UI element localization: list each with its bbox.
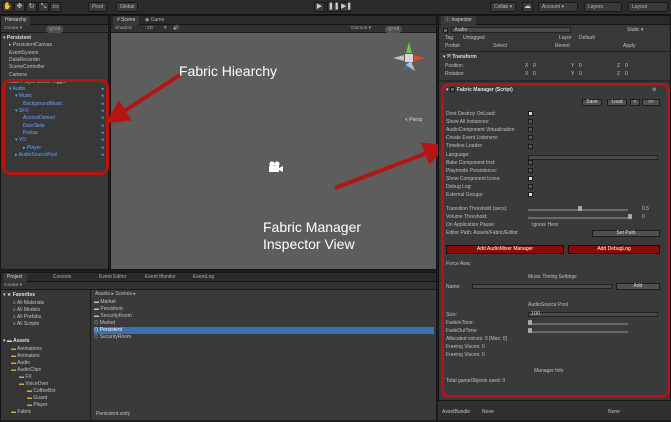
folder-item[interactable]: ▬ Animators xyxy=(11,353,40,360)
folder-item[interactable]: ▬ Guard xyxy=(27,395,47,402)
layer-label: Layer xyxy=(559,35,572,41)
prefab-select-button[interactable]: Select xyxy=(493,43,507,50)
assetbundle-label: AssetBundle xyxy=(442,409,471,415)
axis-label-y: Y xyxy=(571,63,575,69)
folder-item[interactable]: ▬ CoffeeBot xyxy=(27,388,56,395)
favorite-item[interactable]: ⌕ All Prefabs xyxy=(13,314,41,321)
favorites-header[interactable]: ▾ ★ Favorites xyxy=(3,292,35,299)
transform-value-field[interactable]: 0 xyxy=(579,63,582,70)
project-panel: Project Console Event Editor Event Monitor E… xyxy=(0,272,437,420)
transform-header[interactable]: ▾ ⤧ Transform xyxy=(443,54,477,61)
file-item[interactable]: ⬡ SecurityRoom xyxy=(94,334,434,341)
tab-console[interactable]: Console xyxy=(49,273,75,282)
prefab-label: Prefab xyxy=(445,43,460,49)
tab-project[interactable]: Project xyxy=(3,273,27,282)
tab-event-monitor[interactable]: Event Monitor xyxy=(141,273,180,282)
assetbundle-dropdown[interactable]: None xyxy=(482,409,494,416)
folder-item[interactable]: ▬ AudioClips xyxy=(11,367,41,374)
inspector-footer: AssetBundle None None xyxy=(438,400,671,420)
active-checkbox[interactable] xyxy=(443,27,448,33)
divider xyxy=(439,80,670,82)
divider xyxy=(439,51,670,52)
position-label: Position xyxy=(445,63,463,69)
breadcrumb[interactable]: Assets ▸ Scenes ▸ xyxy=(95,291,136,298)
tab-inspector[interactable]: ⓘ Inspector xyxy=(441,16,476,25)
assets-header[interactable]: ▾ ▬ Assets xyxy=(3,338,30,345)
transform-value-field[interactable]: 0 xyxy=(625,71,628,78)
transform-value-field[interactable]: 0 xyxy=(579,71,582,78)
project-create-button[interactable]: Create ▾ xyxy=(4,282,22,290)
transform-value-field[interactable]: 0 xyxy=(533,71,536,78)
selected-file-path: Persistent.unity xyxy=(96,411,131,417)
static-dropdown[interactable]: Static ▾ xyxy=(627,27,643,34)
inspector-highlight xyxy=(441,83,670,398)
favorite-item[interactable]: ⌕ All Scripts xyxy=(13,321,39,328)
hierarchy-highlight xyxy=(2,79,109,175)
assetbundle-variant-dropdown[interactable]: None xyxy=(608,409,620,416)
axis-label-y: Y xyxy=(571,71,575,77)
tag-dropdown[interactable]: Untagged xyxy=(463,35,485,42)
file-item[interactable]: ⬡ Market xyxy=(94,320,434,327)
project-files: Assets ▸ Scenes ▸ ▬ Market ▬ Persistent ▬ … xyxy=(92,290,436,420)
folder-item[interactable]: ▬ Animations xyxy=(11,346,42,353)
layer-dropdown[interactable]: Default xyxy=(579,35,595,42)
axis-label-z: Z xyxy=(617,63,621,69)
favorite-item[interactable]: ⌕ All Models xyxy=(13,307,40,314)
favorite-item[interactable]: ⌕ All Materials xyxy=(13,300,44,307)
prefab-apply-button[interactable]: Apply xyxy=(623,43,636,50)
transform-value-field[interactable]: 0 xyxy=(533,63,536,70)
file-item[interactable]: ⬡ Persistent xyxy=(94,327,434,334)
axis-label-x: X xyxy=(525,71,529,77)
folder-item[interactable]: ▬ Player xyxy=(27,402,48,409)
folder-item[interactable]: ▬ FX xyxy=(19,374,32,381)
transform-value-field[interactable]: 0 xyxy=(625,63,628,70)
folder-item[interactable]: ▬ Audio xyxy=(11,360,30,367)
folder-item[interactable]: ▬ Fabric xyxy=(11,409,31,416)
file-item[interactable]: ▬ SecurityRoom xyxy=(94,313,434,320)
folder-item[interactable]: ▬ VoiceOver xyxy=(19,381,48,388)
project-tree: ▾ ★ Favorites ⌕ All Materials ⌕ All Model… xyxy=(1,290,91,420)
axis-label-x: X xyxy=(525,63,529,69)
axis-label-z: Z xyxy=(617,71,621,77)
tag-label: Tag xyxy=(445,35,454,41)
file-item[interactable]: ▬ Persistent xyxy=(94,306,434,313)
rotation-label: Rotation xyxy=(445,71,464,77)
prefab-revert-button[interactable]: Revert xyxy=(555,43,570,50)
file-item[interactable]: ▬ Market xyxy=(94,299,434,306)
gameobject-header: Audio xyxy=(443,27,572,34)
gameobject-name-field[interactable]: Audio xyxy=(451,27,572,33)
tab-eventlog[interactable]: EventLog xyxy=(189,273,218,282)
tab-event-editor[interactable]: Event Editor xyxy=(95,273,130,282)
